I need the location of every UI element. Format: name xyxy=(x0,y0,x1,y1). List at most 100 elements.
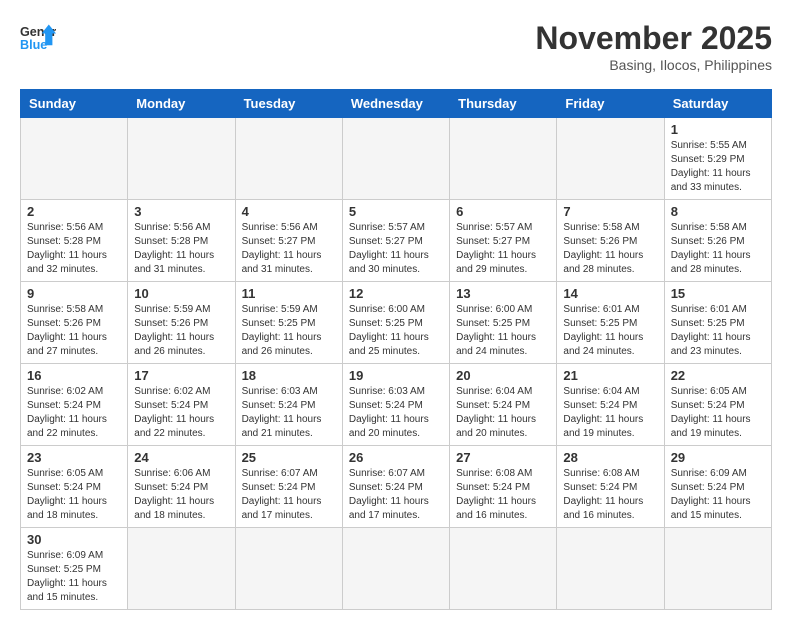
day-number: 25 xyxy=(242,450,336,465)
day-number: 27 xyxy=(456,450,550,465)
calendar-cell-w5-d1: 23Sunrise: 6:05 AM Sunset: 5:24 PM Dayli… xyxy=(21,446,128,528)
page-header: General Blue November 2025 Basing, Iloco… xyxy=(20,20,772,73)
calendar-cell-w2-d7: 8 Sunrise: 5:58 AM Sunset: 5:26 PM Daylig… xyxy=(664,200,771,282)
day-number: 30 xyxy=(27,532,121,547)
calendar-cell-w2-d1: 2 Sunrise: 5:56 AM Sunset: 5:28 PM Daylig… xyxy=(21,200,128,282)
day-info: Sunrise: 5:59 AM Sunset: 5:26 PM Dayligh… xyxy=(134,303,228,359)
weekday-friday: Friday xyxy=(557,90,664,118)
calendar-cell-w6-d7 xyxy=(664,528,771,610)
day-info: Sunrise: 6:07 AM Sunset: 5:24 PM Dayligh… xyxy=(242,467,336,523)
calendar-cell-w2-d5: 6 Sunrise: 5:57 AM Sunset: 5:27 PM Daylig… xyxy=(450,200,557,282)
day-number: 5 xyxy=(349,204,443,219)
calendar-cell-w3-d4: 12 Sunrise: 6:00 AM Sunset: 5:25 PM Dayli… xyxy=(342,282,449,364)
day-info: Sunrise: 6:06 AM Sunset: 5:24 PM Dayligh… xyxy=(134,467,228,523)
calendar-table: SundayMondayTuesdayWednesdayThursdayFrid… xyxy=(20,89,772,610)
day-info: Sunrise: 6:04 AM Sunset: 5:24 PM Dayligh… xyxy=(456,385,550,441)
calendar-cell-w3-d7: 15Sunrise: 6:01 AM Sunset: 5:25 PM Dayli… xyxy=(664,282,771,364)
calendar-cell-w2-d6: 7 Sunrise: 5:58 AM Sunset: 5:26 PM Daylig… xyxy=(557,200,664,282)
calendar-cell-w2-d3: 4 Sunrise: 5:56 AM Sunset: 5:27 PM Daylig… xyxy=(235,200,342,282)
day-info: Sunrise: 5:55 AM Sunset: 5:29 PM Dayligh… xyxy=(671,139,765,195)
day-info: Sunrise: 5:58 AM Sunset: 5:26 PM Dayligh… xyxy=(27,303,121,359)
day-number: 26 xyxy=(349,450,443,465)
calendar-cell-w3-d6: 14 Sunrise: 6:01 AM Sunset: 5:25 PM Dayli… xyxy=(557,282,664,364)
day-number: 17 xyxy=(134,368,228,383)
day-info: Sunrise: 5:56 AM Sunset: 5:28 PM Dayligh… xyxy=(134,221,228,277)
day-info: Sunrise: 5:57 AM Sunset: 5:27 PM Dayligh… xyxy=(456,221,550,277)
calendar-cell-w3-d5: 13 Sunrise: 6:00 AM Sunset: 5:25 PM Dayli… xyxy=(450,282,557,364)
calendar-cell-w1-d2 xyxy=(128,118,235,200)
calendar-cell-w5-d5: 27 Sunrise: 6:08 AM Sunset: 5:24 PM Dayli… xyxy=(450,446,557,528)
calendar-cell-w1-d4 xyxy=(342,118,449,200)
day-number: 3 xyxy=(134,204,228,219)
calendar-cell-w6-d4 xyxy=(342,528,449,610)
day-number: 22 xyxy=(671,368,765,383)
calendar-cell-w4-d4: 19 Sunrise: 6:03 AM Sunset: 5:24 PM Dayli… xyxy=(342,364,449,446)
day-info: Sunrise: 5:58 AM Sunset: 5:26 PM Dayligh… xyxy=(671,221,765,277)
calendar-cell-w1-d3 xyxy=(235,118,342,200)
calendar-cell-w6-d5 xyxy=(450,528,557,610)
day-number: 24 xyxy=(134,450,228,465)
calendar-cell-w5-d3: 25 Sunrise: 6:07 AM Sunset: 5:24 PM Dayli… xyxy=(235,446,342,528)
calendar-cell-w4-d6: 21Sunrise: 6:04 AM Sunset: 5:24 PM Dayli… xyxy=(557,364,664,446)
calendar-cell-w3-d3: 11Sunrise: 5:59 AM Sunset: 5:25 PM Dayli… xyxy=(235,282,342,364)
weekday-header-row: SundayMondayTuesdayWednesdayThursdayFrid… xyxy=(21,90,772,118)
calendar-cell-w1-d1 xyxy=(21,118,128,200)
day-info: Sunrise: 5:58 AM Sunset: 5:26 PM Dayligh… xyxy=(563,221,657,277)
day-number: 19 xyxy=(349,368,443,383)
day-number: 13 xyxy=(456,286,550,301)
day-number: 10 xyxy=(134,286,228,301)
calendar-cell-w1-d6 xyxy=(557,118,664,200)
calendar-cell-w6-d3 xyxy=(235,528,342,610)
day-number: 18 xyxy=(242,368,336,383)
weekday-monday: Monday xyxy=(128,90,235,118)
day-number: 14 xyxy=(563,286,657,301)
day-number: 16 xyxy=(27,368,121,383)
calendar-cell-w6-d6 xyxy=(557,528,664,610)
weekday-wednesday: Wednesday xyxy=(342,90,449,118)
day-info: Sunrise: 5:56 AM Sunset: 5:27 PM Dayligh… xyxy=(242,221,336,277)
calendar-cell-w1-d7: 1Sunrise: 5:55 AM Sunset: 5:29 PM Daylig… xyxy=(664,118,771,200)
weekday-thursday: Thursday xyxy=(450,90,557,118)
calendar-cell-w2-d4: 5 Sunrise: 5:57 AM Sunset: 5:27 PM Daylig… xyxy=(342,200,449,282)
day-info: Sunrise: 6:03 AM Sunset: 5:24 PM Dayligh… xyxy=(242,385,336,441)
calendar-cell-w4-d5: 20 Sunrise: 6:04 AM Sunset: 5:24 PM Dayli… xyxy=(450,364,557,446)
day-info: Sunrise: 6:02 AM Sunset: 5:24 PM Dayligh… xyxy=(134,385,228,441)
day-number: 15 xyxy=(671,286,765,301)
day-number: 4 xyxy=(242,204,336,219)
day-info: Sunrise: 6:08 AM Sunset: 5:24 PM Dayligh… xyxy=(563,467,657,523)
calendar-cell-w4-d7: 22Sunrise: 6:05 AM Sunset: 5:24 PM Dayli… xyxy=(664,364,771,446)
calendar-cell-w6-d1: 30Sunrise: 6:09 AM Sunset: 5:25 PM Dayli… xyxy=(21,528,128,610)
week-row-5: 23Sunrise: 6:05 AM Sunset: 5:24 PM Dayli… xyxy=(21,446,772,528)
day-number: 7 xyxy=(563,204,657,219)
calendar-cell-w3-d2: 10 Sunrise: 5:59 AM Sunset: 5:26 PM Dayli… xyxy=(128,282,235,364)
day-info: Sunrise: 6:08 AM Sunset: 5:24 PM Dayligh… xyxy=(456,467,550,523)
day-number: 20 xyxy=(456,368,550,383)
calendar-cell-w5-d4: 26Sunrise: 6:07 AM Sunset: 5:24 PM Dayli… xyxy=(342,446,449,528)
weekday-saturday: Saturday xyxy=(664,90,771,118)
calendar-cell-w5-d7: 29Sunrise: 6:09 AM Sunset: 5:24 PM Dayli… xyxy=(664,446,771,528)
day-info: Sunrise: 6:04 AM Sunset: 5:24 PM Dayligh… xyxy=(563,385,657,441)
day-info: Sunrise: 6:00 AM Sunset: 5:25 PM Dayligh… xyxy=(349,303,443,359)
day-info: Sunrise: 6:03 AM Sunset: 5:24 PM Dayligh… xyxy=(349,385,443,441)
location: Basing, Ilocos, Philippines xyxy=(535,57,772,73)
calendar-cell-w5-d2: 24 Sunrise: 6:06 AM Sunset: 5:24 PM Dayli… xyxy=(128,446,235,528)
day-number: 28 xyxy=(563,450,657,465)
day-info: Sunrise: 5:57 AM Sunset: 5:27 PM Dayligh… xyxy=(349,221,443,277)
calendar-cell-w3-d1: 9Sunrise: 5:58 AM Sunset: 5:26 PM Daylig… xyxy=(21,282,128,364)
day-number: 12 xyxy=(349,286,443,301)
day-number: 11 xyxy=(242,286,336,301)
calendar-cell-w4-d3: 18 Sunrise: 6:03 AM Sunset: 5:24 PM Dayli… xyxy=(235,364,342,446)
weekday-tuesday: Tuesday xyxy=(235,90,342,118)
day-info: Sunrise: 6:01 AM Sunset: 5:25 PM Dayligh… xyxy=(563,303,657,359)
day-number: 6 xyxy=(456,204,550,219)
calendar-cell-w4-d2: 17 Sunrise: 6:02 AM Sunset: 5:24 PM Dayli… xyxy=(128,364,235,446)
calendar-cell-w1-d5 xyxy=(450,118,557,200)
day-info: Sunrise: 6:00 AM Sunset: 5:25 PM Dayligh… xyxy=(456,303,550,359)
logo: General Blue xyxy=(20,20,56,56)
day-number: 8 xyxy=(671,204,765,219)
day-number: 2 xyxy=(27,204,121,219)
calendar-cell-w4-d1: 16 Sunrise: 6:02 AM Sunset: 5:24 PM Dayli… xyxy=(21,364,128,446)
day-info: Sunrise: 5:56 AM Sunset: 5:28 PM Dayligh… xyxy=(27,221,121,277)
day-info: Sunrise: 6:02 AM Sunset: 5:24 PM Dayligh… xyxy=(27,385,121,441)
calendar-cell-w2-d2: 3 Sunrise: 5:56 AM Sunset: 5:28 PM Daylig… xyxy=(128,200,235,282)
